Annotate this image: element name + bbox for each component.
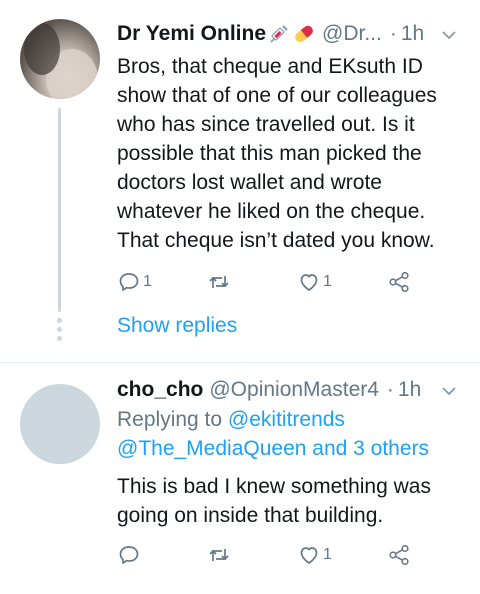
syringe-icon bbox=[268, 23, 290, 45]
retweet-icon bbox=[209, 276, 229, 288]
retweet-button[interactable] bbox=[207, 540, 231, 570]
retweet-button[interactable] bbox=[207, 267, 231, 297]
pill-icon bbox=[292, 23, 316, 45]
mention-others-link[interactable]: @The_MediaQueen and 3 others bbox=[117, 437, 429, 460]
author-handle[interactable]: @OpinionMaster4 bbox=[209, 378, 379, 402]
avatar-photo bbox=[24, 23, 98, 99]
thread-line bbox=[58, 108, 61, 312]
replying-to-others: @The_MediaQueen and 3 others bbox=[117, 434, 429, 463]
chevron-down-icon[interactable] bbox=[440, 26, 458, 44]
avatar[interactable] bbox=[20, 19, 100, 99]
tweet-text: Bros, that cheque and EKsuth ID show tha… bbox=[117, 55, 437, 252]
like-button[interactable]: 1 bbox=[297, 540, 332, 570]
heart-icon bbox=[300, 547, 318, 564]
timestamp[interactable]: 1h bbox=[398, 378, 421, 402]
tweet-text: This is bad I knew something was going o… bbox=[117, 475, 431, 527]
replying-to: Replying to @ekititrends bbox=[117, 405, 345, 434]
like-count: 1 bbox=[323, 546, 332, 563]
author-name[interactable]: cho_cho bbox=[117, 378, 203, 402]
tweet-header: Dr Yemi Online @Dr... · 1h bbox=[117, 19, 465, 49]
chevron-down-icon[interactable] bbox=[440, 382, 458, 400]
share-icon bbox=[389, 271, 409, 293]
like-count: 1 bbox=[323, 273, 332, 290]
separator: · bbox=[386, 378, 394, 401]
like-button[interactable]: 1 bbox=[297, 267, 332, 297]
reply-button[interactable]: 1 bbox=[117, 267, 152, 297]
share-button[interactable] bbox=[387, 540, 411, 570]
reply-count: 1 bbox=[143, 273, 152, 290]
action-bar: 1 1 bbox=[117, 267, 417, 297]
author-name[interactable]: Dr Yemi Online bbox=[117, 22, 266, 46]
tweet-header: cho_cho @OpinionMaster4 · 1h bbox=[117, 375, 421, 405]
author-handle[interactable]: @Dr... bbox=[322, 22, 382, 46]
avatar[interactable] bbox=[20, 384, 100, 464]
reply-button[interactable] bbox=[117, 540, 141, 570]
replying-to-label: Replying to bbox=[117, 408, 223, 431]
heart-icon bbox=[300, 274, 318, 291]
thread-dots bbox=[57, 318, 62, 345]
show-replies-link[interactable]: Show replies bbox=[117, 314, 237, 338]
share-button[interactable] bbox=[387, 267, 411, 297]
share-icon bbox=[389, 544, 409, 566]
separator: · bbox=[389, 22, 397, 45]
mention-link[interactable]: @ekititrends bbox=[228, 408, 345, 431]
retweet-icon bbox=[209, 549, 229, 561]
reply-icon bbox=[119, 273, 139, 291]
action-bar: 1 bbox=[117, 540, 417, 570]
reply-icon bbox=[119, 546, 139, 564]
tweet-1[interactable]: Dr Yemi Online @Dr... · 1h Bros, that ch… bbox=[0, 0, 480, 362]
timestamp[interactable]: 1h bbox=[401, 22, 424, 46]
